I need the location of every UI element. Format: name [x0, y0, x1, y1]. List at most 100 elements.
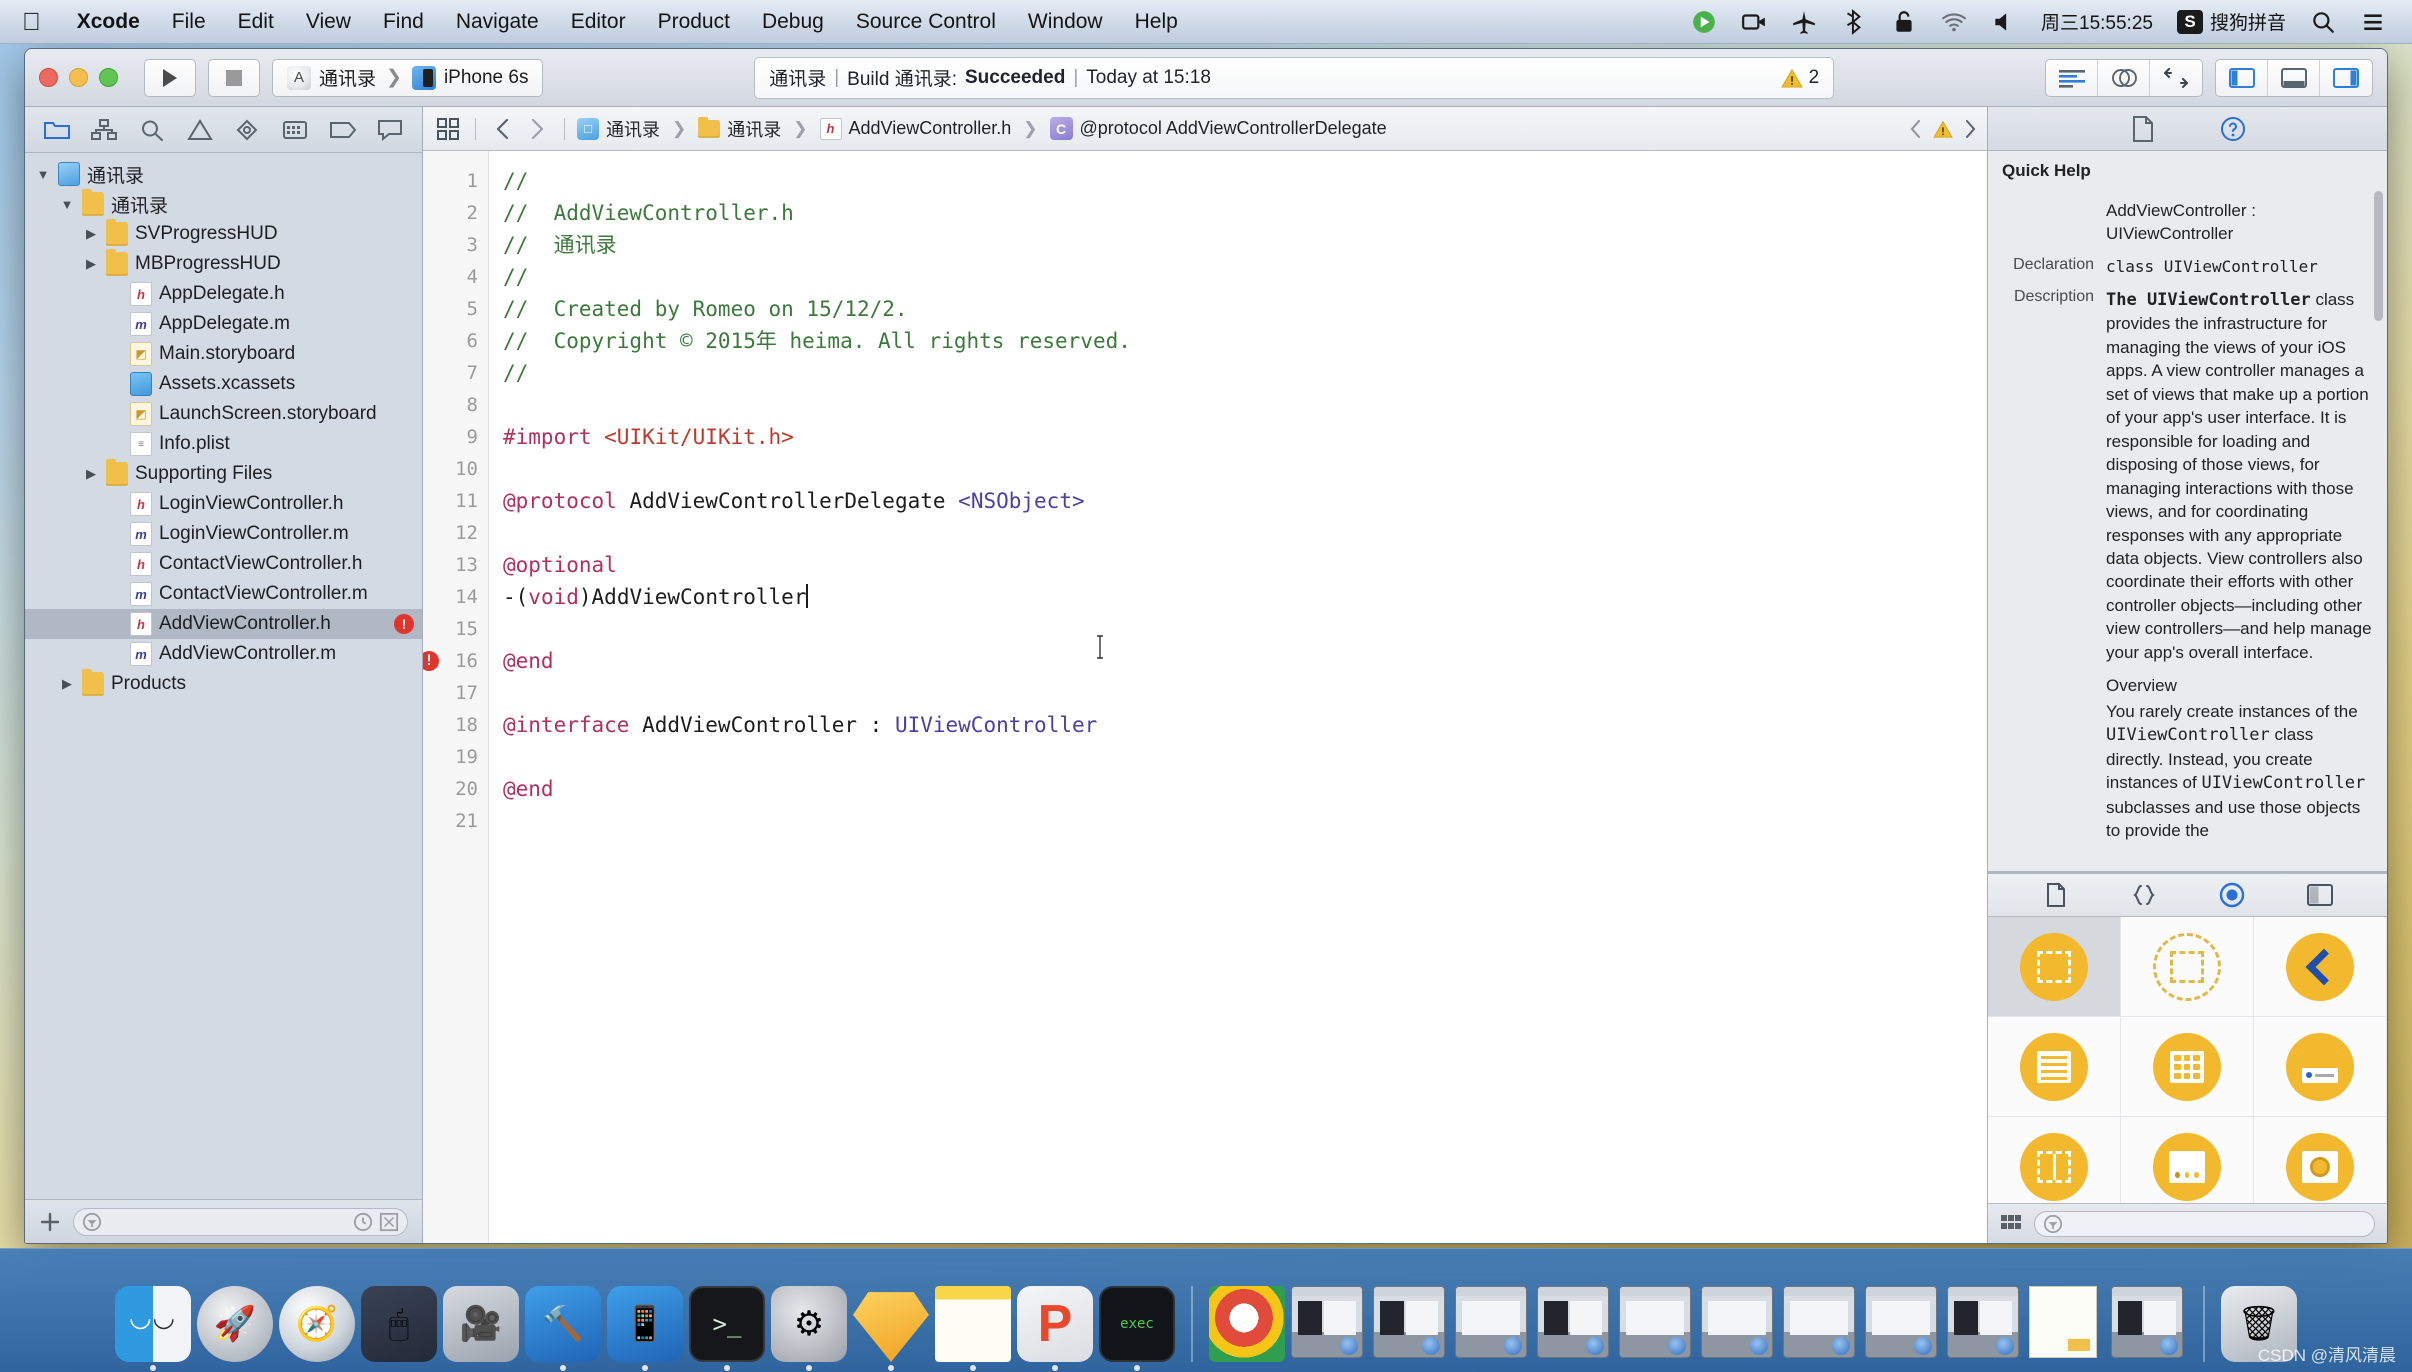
source-editor[interactable]: 1 2 3 4 5 6 7 8 9 10 11 12 13 14 15! 16 17 18 19 20 21 //// … — [423, 151, 1987, 1243]
quick-help-inspector-icon[interactable] — [2216, 112, 2250, 146]
navigator-row[interactable]: ◩ Main.storyboard — [25, 339, 422, 369]
source-control-filter-icon[interactable] — [379, 1212, 399, 1232]
library-item-view-controller[interactable] — [2121, 917, 2254, 1017]
library-item-table-view-cell[interactable] — [2254, 1017, 2387, 1117]
menubar-clock[interactable]: 周三15:55:25 — [2031, 0, 2163, 44]
code-line[interactable]: // — [503, 165, 1987, 197]
spotlight-search-icon[interactable] — [2300, 0, 2346, 44]
record-green-icon[interactable] — [1681, 0, 1727, 44]
issue-navigator-icon[interactable] — [183, 113, 217, 147]
line-number[interactable]: 7 — [423, 357, 488, 389]
library-filter-field[interactable] — [2034, 1210, 2375, 1237]
code-line[interactable]: // Created by Romeo on 15/12/2. — [503, 293, 1987, 325]
navigator-filter-field[interactable] — [73, 1207, 408, 1236]
code-line[interactable]: #import <UIKit/UIKit.h> — [503, 421, 1987, 453]
menu-find[interactable]: Find — [367, 0, 440, 44]
dock-minimized-window[interactable] — [1865, 1286, 1941, 1362]
notification-center-icon[interactable] — [2350, 0, 2396, 44]
navigator-row[interactable]: m AddViewController.m — [25, 639, 422, 669]
disclosure-triangle-closed-icon[interactable]: ▶ — [83, 256, 99, 272]
quick-help-scrollbar[interactable] — [2374, 191, 2383, 321]
toggle-debug-area-button[interactable] — [2268, 59, 2320, 96]
chevron-right-icon[interactable] — [522, 114, 552, 144]
code-line[interactable]: // Copyright © 2015年 heima. All rights r… — [503, 325, 1987, 357]
close-window-button[interactable] — [39, 68, 58, 87]
dock-minimized-window[interactable] — [1783, 1286, 1859, 1362]
error-marker-icon[interactable]: ! — [423, 651, 439, 671]
line-number[interactable]: 18 — [423, 709, 488, 741]
quick-help-panel[interactable]: Quick Help AddViewController : UIViewCon… — [1988, 151, 2387, 871]
object-library-grid[interactable] — [1988, 917, 2387, 1203]
version-editor-button[interactable] — [2150, 60, 2202, 96]
library-item-image-view[interactable] — [2254, 1117, 2387, 1203]
line-number[interactable]: 4 — [423, 261, 488, 293]
object-library-icon[interactable] — [2216, 879, 2248, 911]
issue-prev-chevron-left-icon[interactable] — [1909, 119, 1923, 139]
project-navigator-icon[interactable] — [40, 113, 74, 147]
dock-item-xcode-simulator[interactable]: 📱 — [607, 1286, 683, 1371]
disclosure-triangle-open-icon[interactable]: ▼ — [35, 166, 51, 182]
run-button[interactable] — [144, 58, 196, 97]
dock-minimized-window[interactable] — [1537, 1286, 1613, 1362]
code-line[interactable] — [503, 453, 1987, 485]
standard-editor-button[interactable] — [2046, 59, 2098, 96]
line-number[interactable]: 13 — [423, 549, 488, 581]
menu-window[interactable]: Window — [1012, 0, 1119, 44]
line-number[interactable]: 3 — [423, 229, 488, 261]
line-number[interactable]: 20 — [423, 773, 488, 805]
navigator-row[interactable]: ▼ 通讯录 — [25, 189, 422, 219]
dock-item-safari[interactable]: 🧭 — [279, 1286, 355, 1362]
navigator-row[interactable]: h AddViewController.h! — [25, 609, 422, 639]
find-navigator-icon[interactable] — [135, 113, 169, 147]
line-number[interactable]: ! 16 — [423, 645, 488, 677]
dock-item-notes[interactable] — [935, 1286, 1011, 1371]
dock-item-system-preferences[interactable]: ⚙ — [771, 1286, 847, 1371]
breadcrumb-item-symbol[interactable]: @protocol AddViewControllerDelegate — [1080, 118, 1387, 139]
navigator-row[interactable]: ▶ MBProgressHUD — [25, 249, 422, 279]
disclosure-triangle-open-icon[interactable]: ▼ — [59, 196, 75, 212]
related-items-icon[interactable] — [433, 114, 463, 144]
disclosure-triangle-closed-icon[interactable]: ▶ — [83, 466, 99, 482]
code-line[interactable] — [503, 517, 1987, 549]
file-inspector-icon[interactable] — [2126, 112, 2160, 146]
code-text[interactable]: // // AddViewController.h // 通讯录 // // Creat… — [489, 151, 1987, 1243]
dock-item-finder[interactable] — [115, 1286, 191, 1371]
navigator-row[interactable]: h AppDelegate.h — [25, 279, 422, 309]
volume-icon[interactable] — [1981, 0, 2027, 44]
chevron-left-icon[interactable] — [488, 114, 518, 144]
code-line[interactable]: @protocol AddViewControllerDelegate <NSO… — [503, 485, 1987, 517]
line-number[interactable]: 8 — [423, 389, 488, 421]
code-line[interactable]: // AddViewController.h — [503, 197, 1987, 229]
code-snippet-library-icon[interactable] — [2128, 879, 2160, 911]
code-line[interactable]: @end — [503, 645, 1987, 677]
test-navigator-icon[interactable] — [230, 113, 264, 147]
navigator-filter-input[interactable] — [108, 1211, 347, 1232]
menu-edit[interactable]: Edit — [222, 0, 290, 44]
dock-item-imovie[interactable]: 🎥 — [443, 1286, 519, 1362]
library-filter-input[interactable] — [2063, 1214, 2366, 1233]
stop-button[interactable] — [208, 58, 260, 97]
disclosure-triangle-closed-icon[interactable]: ▶ — [59, 676, 75, 692]
dock-item-mouse-app[interactable]: 🖱 — [361, 1286, 437, 1362]
dock-item-dark-terminal[interactable]: exec — [1099, 1286, 1175, 1371]
zoom-window-button[interactable] — [99, 68, 118, 87]
dock-item-sketch[interactable] — [853, 1286, 929, 1371]
code-line[interactable]: // — [503, 261, 1987, 293]
bluetooth-icon[interactable] — [1831, 0, 1877, 44]
file-template-library-icon[interactable] — [2040, 879, 2072, 911]
dock-item-launchpad[interactable]: 🚀 — [197, 1286, 273, 1362]
assistant-editor-button[interactable] — [2098, 59, 2150, 96]
menu-source-control[interactable]: Source Control — [840, 0, 1012, 44]
code-line[interactable]: -(void)AddViewController — [503, 581, 1987, 613]
breakpoint-navigator-icon[interactable] — [326, 113, 360, 147]
line-number[interactable]: 15 — [423, 613, 488, 645]
lock-icon[interactable] — [1881, 0, 1927, 44]
menu-file[interactable]: File — [156, 0, 222, 44]
line-number[interactable]: 5 — [423, 293, 488, 325]
code-line[interactable] — [503, 741, 1987, 773]
menu-editor[interactable]: Editor — [555, 0, 642, 44]
airplane-icon[interactable] — [1781, 0, 1827, 44]
recent-clock-icon[interactable] — [353, 1212, 373, 1232]
line-number[interactable]: 9 — [423, 421, 488, 453]
dock-minimized-window[interactable] — [1947, 1286, 2023, 1362]
